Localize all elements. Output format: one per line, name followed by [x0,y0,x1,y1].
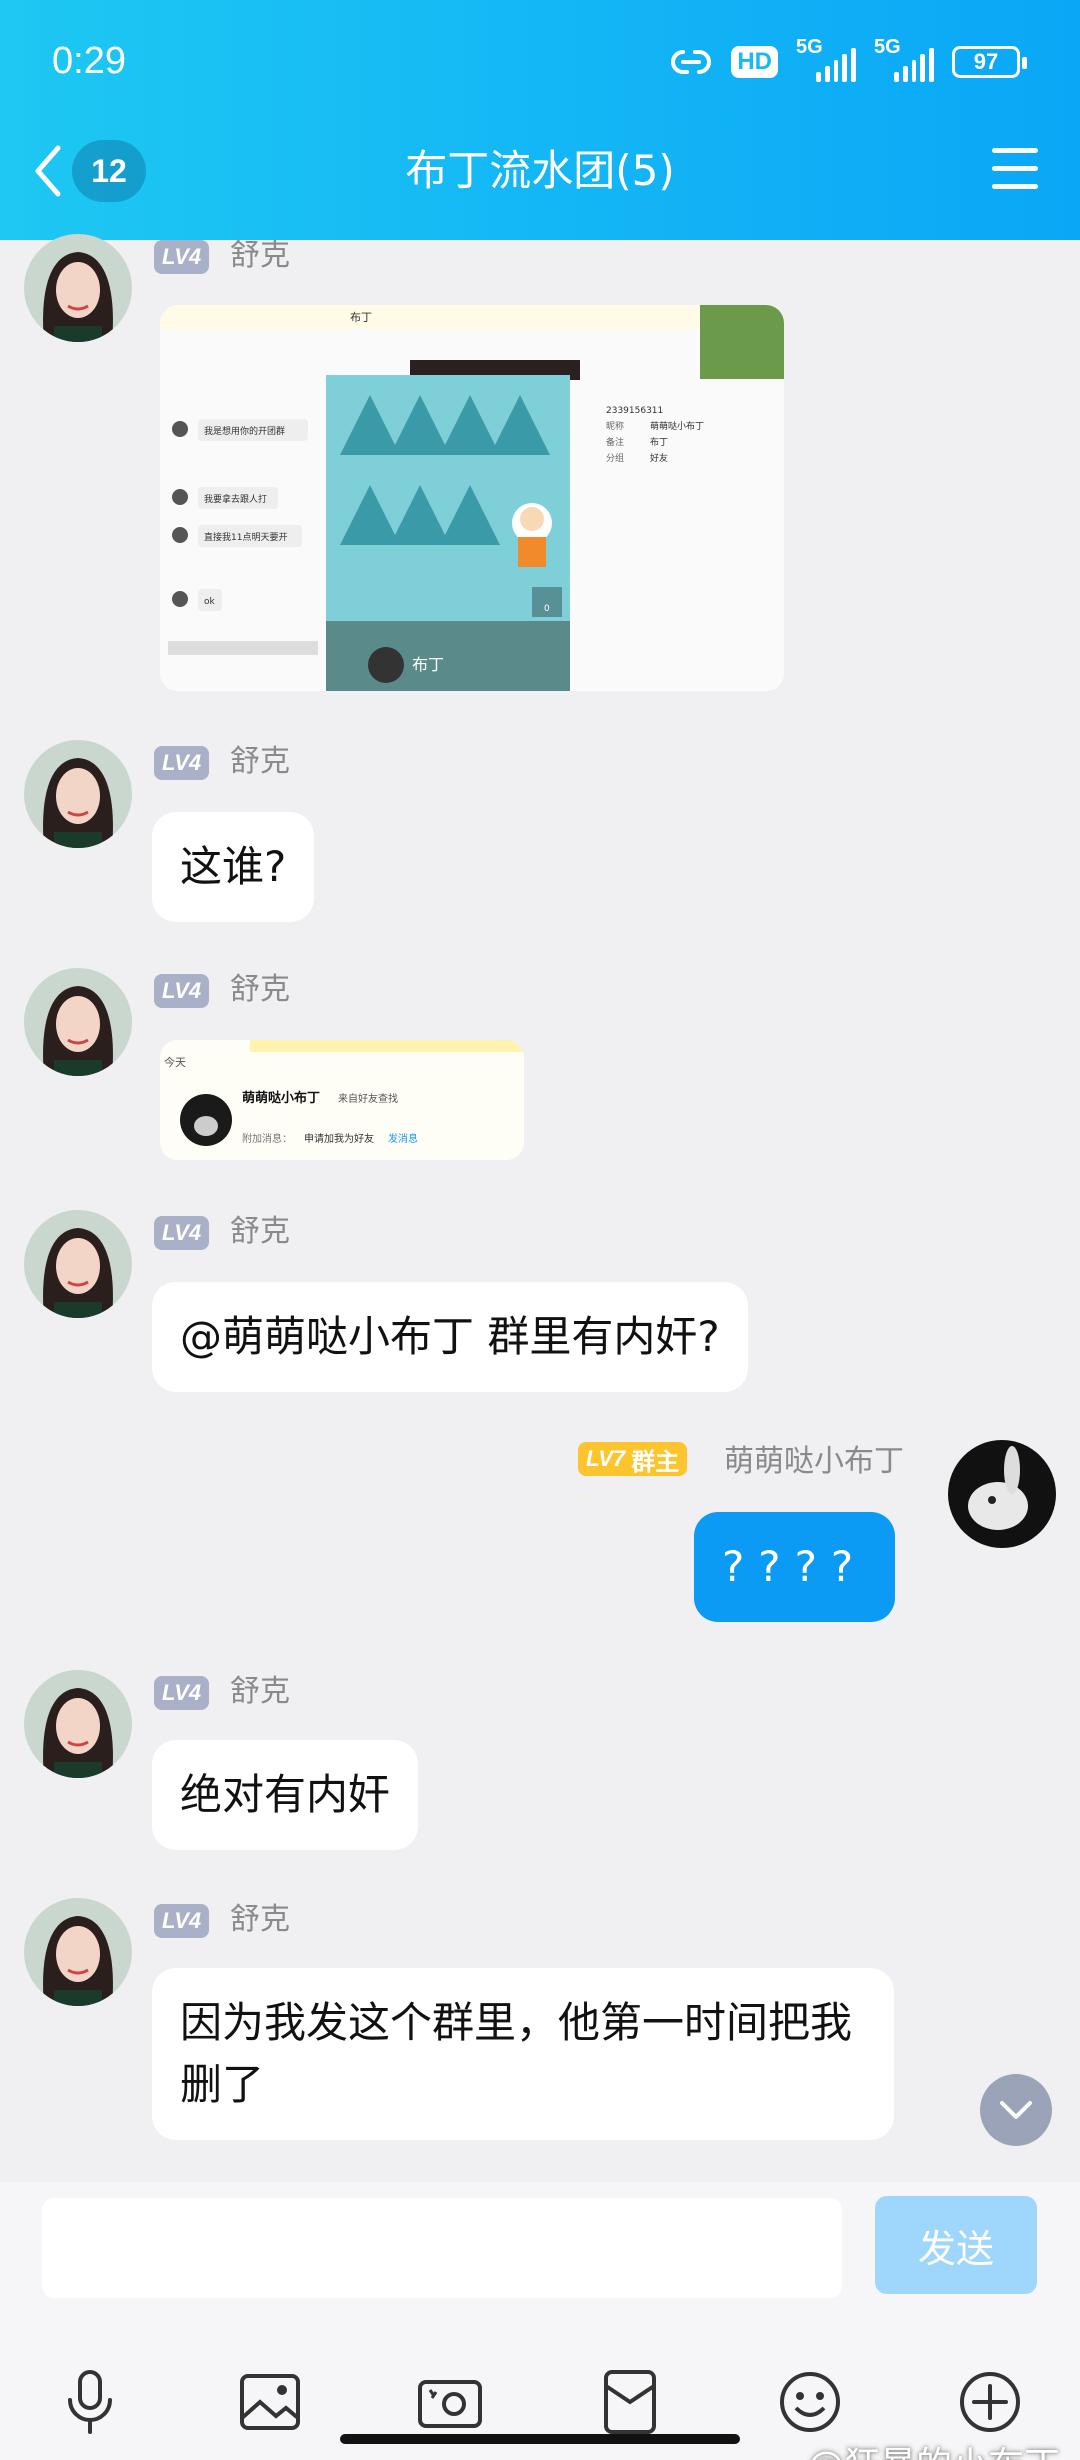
svg-text:分组: 分组 [606,452,624,464]
sender-name: 舒克 [230,238,290,273]
level-badge: LV4 [154,974,210,1008]
signal-icon-2: 5G [874,36,934,82]
avatar[interactable] [24,1210,132,1318]
svg-text:来自好友查找: 来自好友查找 [338,1092,398,1105]
avatar[interactable] [24,1670,132,1778]
home-indicator[interactable] [340,2434,740,2444]
chat-window-screenshot: 布丁 我是想用你的开团群 我要拿去跟人打 直接我11点明天要开 ok 布丁 0 … [160,305,784,691]
app-header: 0:29 HD 5G 5G 97 12 布丁流水团(5) [0,0,1080,240]
window-title: 布丁 [350,311,372,324]
image-icon[interactable] [236,2368,304,2436]
emoji-icon[interactable] [776,2368,844,2436]
owner-badge: LV7 群主 [578,1442,688,1476]
microphone-icon[interactable] [56,2368,124,2436]
link-icon [671,50,712,74]
message-bubble[interactable]: 绝对有内奸 [152,1740,419,1850]
svg-text:发消息: 发消息 [388,1132,418,1145]
scroll-to-bottom-button[interactable] [980,2074,1052,2146]
avatar[interactable] [24,968,132,1076]
sender-name: 舒克 [230,1214,290,1249]
level-badge: LV4 [154,746,210,780]
level-badge: LV4 [154,1904,210,1938]
hd-icon: HD [731,46,778,78]
svg-text:萌萌哒小布丁: 萌萌哒小布丁 [650,420,704,432]
avatar[interactable] [24,234,132,342]
level-badge: LV4 [154,1216,210,1250]
svg-text:我要拿去跟人打: 我要拿去跟人打 [204,493,267,505]
my-avatar[interactable] [948,1440,1056,1548]
svg-text:备注: 备注 [606,436,624,448]
sender-name: 舒克 [230,972,290,1007]
my-message-bubble[interactable]: ???? [694,1512,896,1622]
svg-text:申请加我为好友: 申请加我为好友 [304,1132,374,1145]
sender-name: 舒克 [230,1902,290,1937]
friend-request-screenshot: 今天 萌萌哒小布丁 来自好友查找 附加消息： 申请加我为好友 发消息 [160,1040,524,1160]
svg-text:昵称: 昵称 [606,420,624,432]
signal-icon-1: 5G [796,36,856,82]
camera-icon[interactable] [416,2368,484,2436]
svg-text:ok: ok [204,597,216,607]
image-message[interactable]: 今天 萌萌哒小布丁 来自好友查找 附加消息： 申请加我为好友 发消息 [160,1040,524,1160]
svg-text:布丁: 布丁 [650,436,668,448]
profile-name: 布丁 [412,655,444,674]
battery-icon: 97 [952,46,1027,78]
svg-text:附加消息：: 附加消息： [242,1132,292,1145]
svg-text:今天: 今天 [164,1055,186,1069]
svg-text:我是想用你的开团群: 我是想用你的开团群 [204,425,285,437]
level-badge: LV4 [154,1676,210,1710]
status-time: 0:29 [52,40,126,82]
watermark: @狂暴的小布丁 [808,2436,1060,2460]
chat-title: 布丁流水团(5) [405,146,675,195]
sender-name: 舒克 [230,744,290,779]
svg-text:好友: 好友 [650,452,668,464]
chevron-down-icon [1000,2101,1032,2119]
image-message[interactable]: 布丁 我是想用你的开团群 我要拿去跟人打 直接我11点明天要开 ok 布丁 0 … [160,305,784,691]
message-bubble[interactable]: @萌萌哒小布丁 群里有内奸? [152,1282,748,1392]
input-area: 发送 [0,2182,1080,2460]
svg-text:2339156311: 2339156311 [606,406,663,416]
svg-text:直接我11点明天要开: 直接我11点明天要开 [204,531,287,543]
message-bubble[interactable]: 因为我发这个群里，他第一时间把我删了 [152,1968,894,2140]
avatar[interactable] [24,1898,132,2006]
menu-icon[interactable] [992,148,1038,192]
send-button[interactable]: 发送 [875,2196,1037,2294]
avatar[interactable] [24,740,132,848]
svg-text:0: 0 [544,604,550,614]
sender-name: 萌萌哒小布丁 [724,1444,904,1479]
plus-icon[interactable] [956,2368,1024,2436]
status-icons: HD 5G 5G 97 [669,36,1027,84]
sender-name: 舒克 [230,1674,290,1709]
message-bubble[interactable]: 这谁? [152,812,315,922]
svg-text:萌萌哒小布丁: 萌萌哒小布丁 [242,1090,320,1106]
message-input[interactable] [42,2198,842,2298]
level-badge: LV4 [154,240,210,274]
red-packet-icon[interactable] [596,2368,664,2436]
